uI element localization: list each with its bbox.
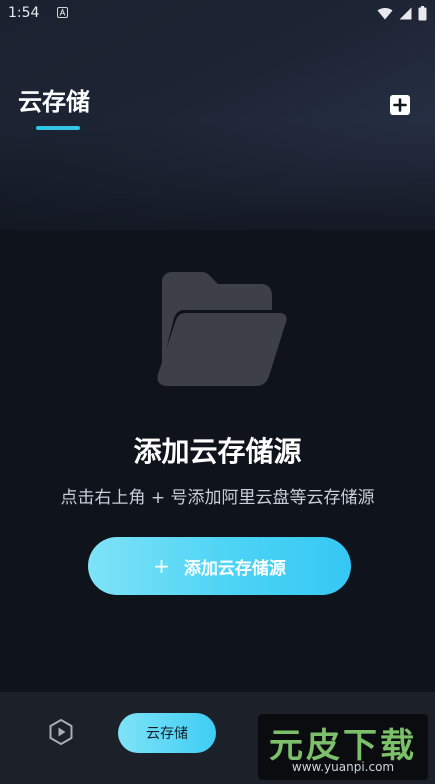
folder-open-icon xyxy=(157,272,287,386)
status-time: 1:54 xyxy=(8,5,40,21)
battery-icon xyxy=(418,6,427,21)
header-background-fade xyxy=(0,120,435,260)
signal-icon xyxy=(399,7,412,20)
empty-state-description: 点击右上角 + 号添加阿里云盘等云存储源 xyxy=(60,488,375,508)
watermark-url: www.yuanpi.com xyxy=(291,760,395,774)
page-title: 云存储 xyxy=(18,88,90,116)
add-cloud-storage-button[interactable]: + 添加云存储源 xyxy=(88,537,351,595)
watermark: 元皮下载 www.yuanpi.com xyxy=(258,714,428,780)
notification-a-icon xyxy=(57,7,68,18)
add-cloud-storage-label: 添加云存储源 xyxy=(183,558,286,579)
wifi-icon xyxy=(377,8,393,20)
status-bar: 1:54 xyxy=(0,0,435,28)
empty-state-title: 添加云存储源 xyxy=(133,435,302,468)
plus-square-icon[interactable] xyxy=(389,94,411,116)
button-plus-icon: + xyxy=(153,554,170,578)
status-icons xyxy=(377,6,427,21)
title-underline xyxy=(36,126,80,130)
play-icon[interactable] xyxy=(47,718,75,746)
tab-cloud-storage[interactable]: 云存储 xyxy=(118,713,216,753)
